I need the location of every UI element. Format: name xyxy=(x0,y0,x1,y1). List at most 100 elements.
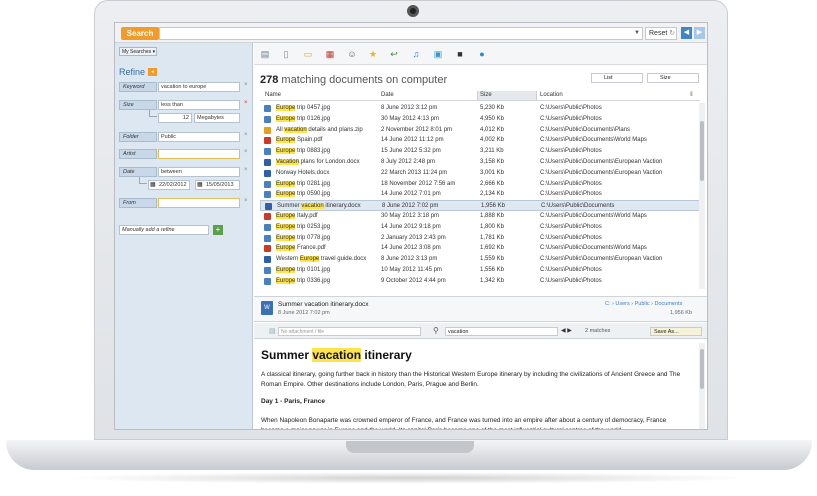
table-row[interactable]: All vacation details and plans.zip 2 Nove… xyxy=(260,125,700,136)
contacts-icon[interactable]: ☺ xyxy=(346,48,358,60)
folder-select[interactable]: Public xyxy=(158,132,240,142)
table-row[interactable]: Europe trip 0457.jpg 8 June 2012 3:12 pm 5… xyxy=(260,103,700,114)
back-arrow-icon[interactable]: ◀ xyxy=(681,27,692,39)
table-row[interactable]: Europe trip 0253.jpg 14 June 2012 9:18 pm… xyxy=(260,222,700,233)
table-row[interactable]: Summer vacation itinerary.docx 8 June 201… xyxy=(260,200,700,211)
table-row[interactable]: Europe trip 0126.jpg 30 May 2012 4:13 pm 4… xyxy=(260,114,700,125)
preview-header xyxy=(254,296,707,322)
search-button[interactable]: Search xyxy=(121,27,159,40)
magnifier-icon: ⚲ xyxy=(433,326,439,335)
size-unit-select[interactable]: Megabytes xyxy=(194,113,240,123)
row-file-name: Europe trip 0281.jpg xyxy=(276,179,330,190)
add-refine-select[interactable]: Manually add a refine xyxy=(119,225,209,235)
folder-icon[interactable]: ▭ xyxy=(302,48,314,60)
table-row[interactable]: Europe trip 0281.jpg 18 November 2012 7:5… xyxy=(260,179,700,190)
my-searches-dropdown[interactable]: My Searches ▾ xyxy=(119,47,157,56)
keyword-input[interactable]: vacation to europe xyxy=(158,82,240,92)
remove-artist-icon[interactable]: × xyxy=(244,149,248,155)
table-row[interactable]: Europe trip 0101.jpg 10 May 2012 11:45 pm… xyxy=(260,265,700,276)
music-icon[interactable]: ♫ xyxy=(410,48,422,60)
attachment-select[interactable]: No attachment / file xyxy=(278,327,421,336)
table-row[interactable]: Vacation plans for London.docx 8 July 201… xyxy=(260,157,700,168)
previous-match-icon[interactable]: ◀ xyxy=(561,328,566,334)
name-part: trip 0281.jpg xyxy=(295,180,331,187)
table-row[interactable]: Europe trip 0778.jpg 2 January 2013 2:43 … xyxy=(260,233,700,244)
name-highlight: Europe xyxy=(276,223,296,230)
remove-folder-icon[interactable]: × xyxy=(244,132,248,138)
favorites-icon[interactable]: ★ xyxy=(367,48,379,60)
row-file-name: Western Europe travel guide.docx xyxy=(276,254,366,265)
calendar-icon[interactable]: ▦ xyxy=(324,48,336,60)
table-row[interactable]: Europe Spain.pdf 14 June 2012 11:12 pm 4,0… xyxy=(260,135,700,146)
find-in-document-input[interactable]: vacation xyxy=(445,327,558,336)
column-name[interactable]: Name xyxy=(265,92,281,98)
date-operator-select[interactable]: between xyxy=(158,167,240,177)
name-part: plans for London.docx xyxy=(298,159,360,165)
all-files-icon[interactable]: ▤ xyxy=(259,48,271,60)
preview-scrollbar[interactable] xyxy=(699,343,705,429)
table-row[interactable]: Europe trip 0336.jpg 9 October 2012 4:44 … xyxy=(260,276,700,287)
table-row[interactable]: Europe trip 0590.jpg 14 June 2012 7:01 pm… xyxy=(260,189,700,200)
search-input[interactable] xyxy=(159,27,643,40)
save-as-button[interactable]: Save As... xyxy=(650,327,702,336)
table-row[interactable]: Western Europe travel guide.docx 8 June 2… xyxy=(260,254,700,265)
size-operator-select[interactable]: less than xyxy=(158,100,240,110)
column-settings-icon[interactable]: ⦀ xyxy=(690,92,693,99)
add-refine-button[interactable]: + xyxy=(213,225,223,235)
calendar-icon[interactable]: ▦ xyxy=(197,181,203,188)
scrollbar-thumb[interactable] xyxy=(700,121,704,181)
reset-button[interactable]: Reset ↻ xyxy=(645,27,677,40)
column-date[interactable]: Date xyxy=(381,92,394,98)
refine-collapse-icon[interactable]: ◂ xyxy=(148,68,157,76)
table-row[interactable]: Norway Hotels.docx 22 March 2013 11:24 pm… xyxy=(260,168,700,179)
row-location: C:\Users\Public\Photos xyxy=(540,180,602,187)
sort-select[interactable]: Size xyxy=(647,73,699,83)
word-icon xyxy=(264,159,271,166)
row-size-value: 1,692 Kb xyxy=(480,245,505,252)
table-row[interactable]: Europe trip 0883.jpg 15 June 2012 5:32 pm… xyxy=(260,146,700,157)
preview-breadcrumb[interactable]: C: › Users › Public › Documents xyxy=(605,301,682,307)
pictures-icon[interactable]: ▣ xyxy=(432,48,444,60)
calendar-icon[interactable]: ▦ xyxy=(150,181,156,188)
column-size[interactable]: Size xyxy=(480,92,492,98)
row-file-name: Europe trip 0336.jpg xyxy=(276,276,330,287)
artist-input[interactable] xyxy=(158,149,240,159)
name-highlight: Europe xyxy=(276,115,296,122)
view-mode-select[interactable]: List xyxy=(591,73,643,83)
row-date: 8 June 2012 3:12 pm xyxy=(381,105,438,111)
table-row[interactable]: Europe Italy.pdf 30 May 2012 3:18 pm 1,888… xyxy=(260,211,700,222)
scrollbar-thumb[interactable] xyxy=(700,349,704,389)
email-icon[interactable]: ↩ xyxy=(388,48,400,60)
column-location[interactable]: Location xyxy=(540,92,563,98)
pdf-icon xyxy=(264,213,271,220)
attachment-icon: ▤ xyxy=(269,328,276,335)
image-icon xyxy=(264,115,271,123)
from-input[interactable] xyxy=(158,198,240,208)
row-size-value: 3,001 Kb xyxy=(480,169,505,176)
web-icon[interactable]: ● xyxy=(476,48,488,60)
search-dropdown-icon[interactable]: ▼ xyxy=(632,27,642,40)
row-date: 15 June 2012 5:32 pm xyxy=(381,148,441,155)
remove-from-icon[interactable]: × xyxy=(244,198,248,204)
remove-size-icon[interactable]: × xyxy=(244,100,248,106)
row-size-value: 2,666 Kb xyxy=(480,180,505,187)
documents-icon[interactable]: ▯ xyxy=(280,48,292,60)
size-number-input[interactable]: 12 xyxy=(158,113,192,123)
forward-arrow-icon[interactable]: ▶ xyxy=(694,27,705,39)
row-file-name: Europe France.pdf xyxy=(276,243,326,254)
remove-keyword-icon[interactable]: × xyxy=(244,82,248,88)
row-size-value: 1,781 Kb xyxy=(480,234,505,241)
row-size-value: 1,888 Kb xyxy=(480,213,505,219)
row-file-name: Europe Spain.pdf xyxy=(276,135,322,146)
image-icon xyxy=(264,267,271,274)
row-location: C:\Users\Public\Documents\European Vacti… xyxy=(540,159,663,165)
remove-date-icon[interactable]: × xyxy=(244,167,248,173)
results-scrollbar[interactable] xyxy=(699,103,705,289)
table-row[interactable]: Europe France.pdf 14 June 2012 3:08 pm 1,6… xyxy=(260,243,700,254)
laptop-notch xyxy=(346,441,474,453)
next-match-icon[interactable]: ▶ xyxy=(567,328,572,334)
row-size-value: 1,800 Kb xyxy=(480,223,505,230)
video-icon[interactable]: ■ xyxy=(454,48,466,60)
preview-file-name[interactable]: Summer vacation itinerary.docx xyxy=(278,301,369,308)
reset-label: Reset xyxy=(649,30,668,37)
